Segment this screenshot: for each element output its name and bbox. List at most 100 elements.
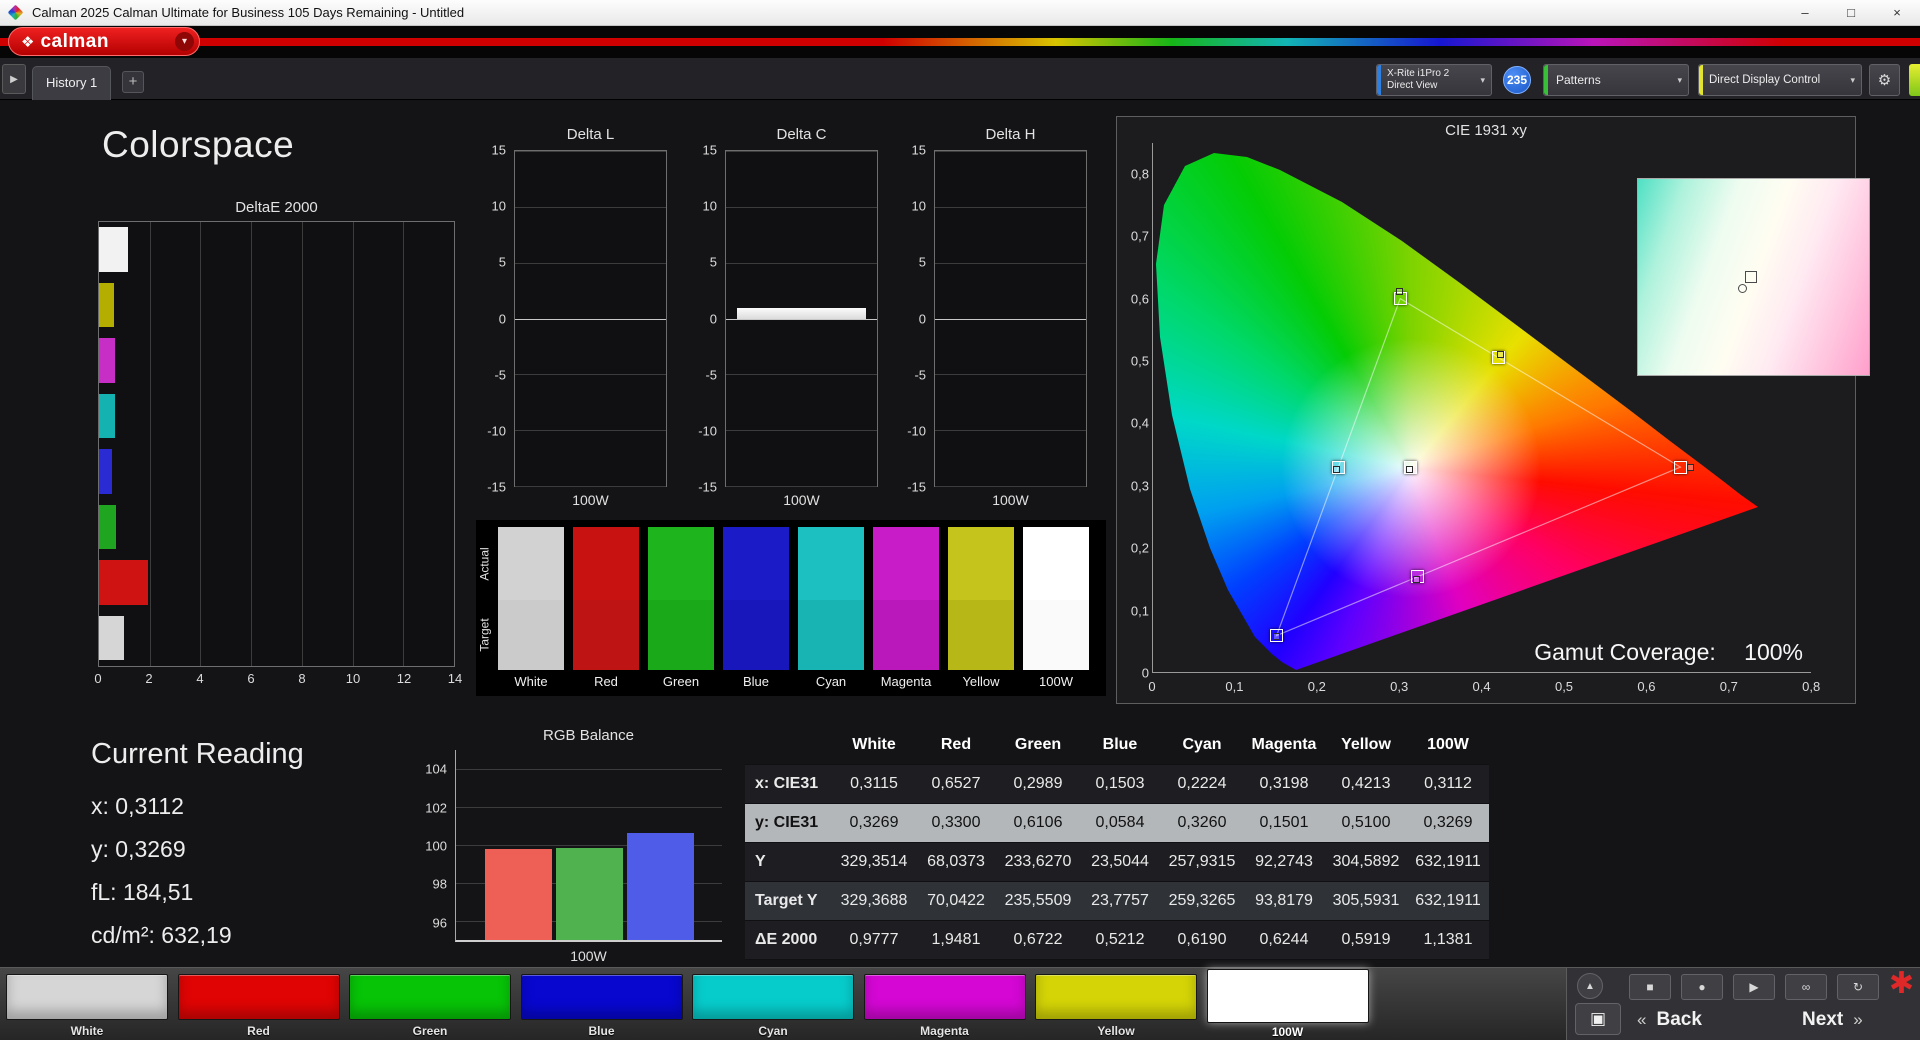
compare-columns: White Red Green Blue Cyan Magenta Yellow 100W [498,527,1089,694]
rgb-bar-blue [627,832,694,940]
delta-h-chart [934,150,1087,487]
delta-gridline [935,318,1086,320]
delta-gridline [515,318,666,320]
pattern-color [520,974,683,1020]
refresh-icon[interactable]: ↻ [1837,974,1879,1000]
table-value-cell: 92,2743 [1255,853,1313,870]
pattern-button-green[interactable]: Green [349,968,511,1040]
display-control-selector[interactable]: Direct Display Control ▾ [1698,64,1862,96]
pattern-button-blue[interactable]: Blue [520,968,683,1040]
meter-name: X-Rite i1Pro 2 [1387,68,1450,79]
delta-gridline [726,374,877,376]
table-value-cell: 0,3115 [850,775,898,792]
close-button[interactable]: × [1874,0,1920,25]
delta-y-tick: -10 [907,423,926,439]
next-button[interactable]: Next » [1802,1005,1863,1035]
pattern-button-cyan[interactable]: Cyan [692,968,854,1040]
deltae-x-tick: 4 [196,671,204,686]
target-row-label: Target [478,618,493,652]
compare-column-yellow: Yellow [948,527,1014,694]
target-swatch [648,600,714,670]
maximize-button[interactable]: □ [1828,0,1874,25]
delta-l-title: Delta L [566,126,615,143]
delta-y-tick: -15 [907,479,926,495]
minimize-button[interactable]: – [1782,0,1828,25]
deltae-x-tick: 0 [94,671,102,686]
cie-y-axis: 0 0,1 0,2 0,3 0,4 0,5 0,6 0,7 0,8 [1119,143,1149,680]
deltae-bar-green [99,504,117,550]
rgb-y-tick: 98 [432,876,447,892]
deltae-bar-blue [99,449,113,494]
delta-y-tick: -15 [487,479,506,495]
patterns-selector[interactable]: Patterns ▾ [1543,64,1689,96]
table-value-cell: 235,5509 [1004,892,1072,909]
back-label: Back [1656,1009,1702,1030]
actual-target-panel: Actual Target White Red Green Blue Cyan Magen… [476,520,1106,696]
record-icon[interactable]: ● [1681,974,1723,1000]
cie-x-tick: 0,2 [1307,679,1326,694]
table-header-cell: 100W [1427,736,1469,753]
delta-y-tick: 10 [911,198,926,214]
cie-y-tick: 0,2 [1130,540,1149,556]
pattern-color [1206,969,1369,1023]
rgb-x-label: 100W [570,948,607,964]
add-tab-button[interactable]: + [122,71,144,93]
window-title: Calman 2025 Calman Ultimate for Business… [32,5,465,20]
pattern-button-yellow[interactable]: Yellow [1035,968,1197,1040]
pattern-name: Cyan [758,1024,788,1038]
table-row-label: Y [755,853,766,870]
cie-plot [1152,143,1870,673]
pattern-button-red[interactable]: Red [177,968,340,1040]
delta-gridline [515,430,666,432]
pattern-button-white[interactable]: White [6,968,168,1040]
pattern-color [177,974,340,1020]
collapse-button[interactable]: ▲ [1577,973,1603,999]
compare-label: Cyan [815,674,847,689]
table-value-cell: 257,9315 [1168,853,1236,870]
settings-gear-button[interactable]: ⚙ [1869,64,1900,96]
link-icon[interactable]: ∞ [1785,974,1827,1000]
delta-y-tick: -10 [698,423,717,439]
delta-gridline [726,206,877,208]
deltae-x-tick: 2 [145,671,153,686]
logo-menu-icon[interactable]: ▾ [175,32,194,51]
table-value-cell: 0,6722 [1013,931,1063,948]
pattern-button-100w[interactable]: 100W [1206,968,1369,1040]
table-value-cell: 0,1501 [1259,814,1309,831]
delta-h-x-label: 100W [992,492,1029,508]
deltae-gridline [301,222,303,666]
delta-y-tick: 10 [491,198,506,214]
compare-column-magenta: Magenta [873,527,939,694]
meter-status-badge[interactable]: 235 [1503,66,1531,94]
table-value-cell: 1,9481 [931,931,981,948]
pattern-name: Green [412,1024,448,1038]
table-value-cell: 0,2989 [1013,775,1063,792]
meter-selector[interactable]: X-Rite i1Pro 2 Direct View ▾ [1376,64,1492,96]
table-value-cell: 0,5919 [1341,931,1391,948]
gamut-coverage-value: 100% [1744,639,1803,665]
display-button[interactable]: ▣ [1575,1003,1621,1035]
window-titlebar: Calman 2025 Calman Ultimate for Business… [0,0,1920,26]
sidebar-expand-button[interactable]: ▶ [2,64,26,94]
pattern-button-magenta[interactable]: Magenta [863,968,1026,1040]
pattern-bar: White Red Green Blue Cyan Magenta Yellow 100W ▲… [0,967,1920,1040]
back-button[interactable]: « Back [1637,1005,1702,1035]
table-value-cell: 0,3112 [1424,775,1472,792]
stop-icon[interactable]: ■ [1629,974,1671,1000]
target-swatch [573,600,639,670]
table-value-cell: 632,1911 [1415,853,1481,870]
calman-diamond-icon: ❖ [21,33,35,51]
table-row-label: Target Y [755,892,818,909]
deltae-x-tick: 10 [345,671,361,686]
pattern-color [1035,974,1197,1020]
calman-logo[interactable]: ❖ calman ▾ [8,27,200,56]
cie-x-tick: 0,1 [1225,679,1244,694]
tab-history-1[interactable]: History 1 [32,66,112,100]
delta-gridline [726,151,877,152]
play-icon[interactable]: ▶ [1733,974,1775,1000]
delta-y-tick: 5 [498,254,506,270]
measured-point-red [1687,463,1695,471]
pattern-swatches: White Red Green Blue Cyan Magenta Yellow 100W [0,968,1566,1040]
pattern-name: Blue [588,1024,615,1038]
whitepoint-inset [1637,178,1870,376]
